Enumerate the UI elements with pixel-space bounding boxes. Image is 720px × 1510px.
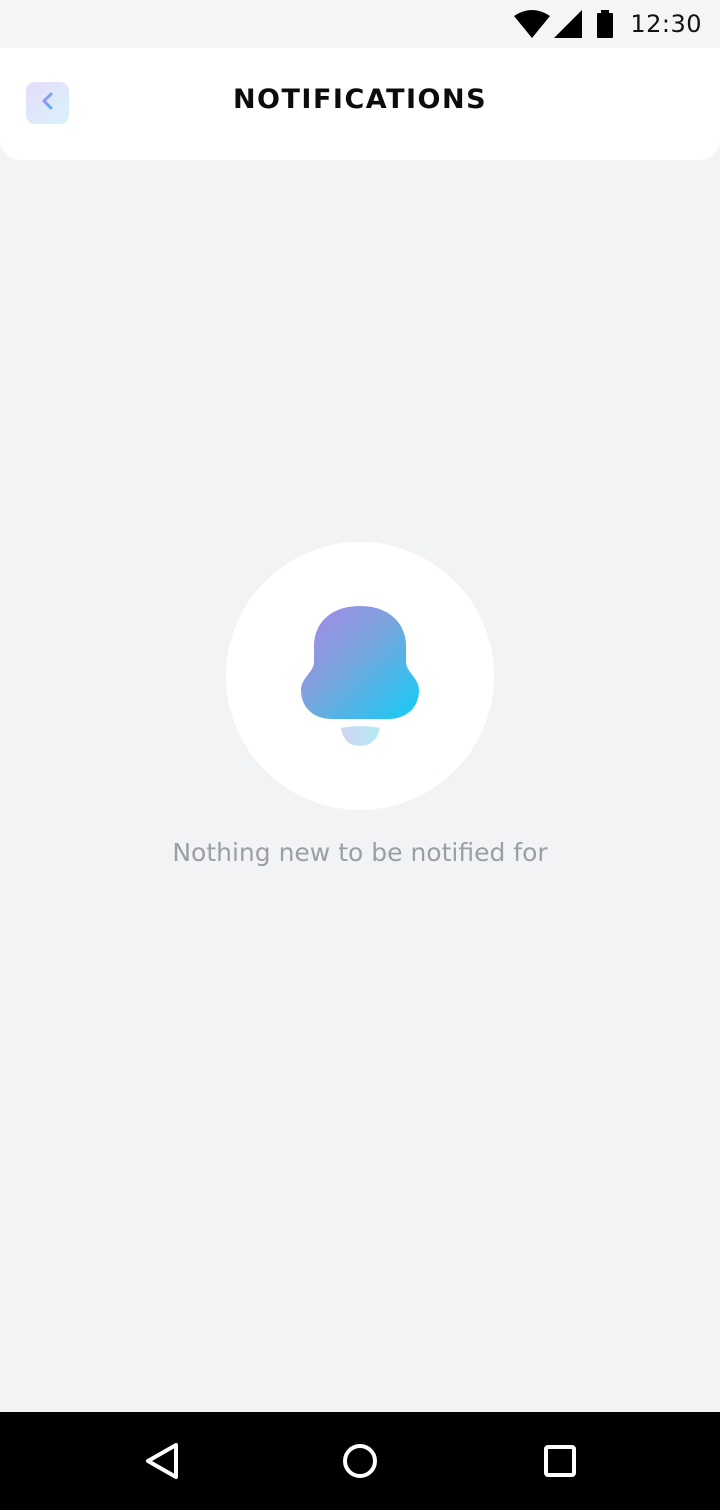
wifi-icon xyxy=(514,10,551,38)
empty-illustration xyxy=(226,542,494,810)
header: NOTIFICATIONS xyxy=(0,48,720,160)
bell-icon xyxy=(301,606,419,746)
status-icons: 12:30 xyxy=(514,0,702,48)
recents-square-icon[interactable] xyxy=(536,1437,584,1490)
status-time: 12:30 xyxy=(630,10,702,38)
battery-icon xyxy=(596,10,614,38)
page-title: NOTIFICATIONS xyxy=(232,84,488,115)
empty-message: Nothing new to be notified for xyxy=(172,838,548,867)
system-nav-bar xyxy=(0,1412,720,1510)
back-triangle-icon[interactable] xyxy=(140,1437,184,1490)
status-bar: 12:30 xyxy=(0,0,720,48)
home-circle-icon[interactable] xyxy=(336,1437,384,1490)
cellular-signal-icon xyxy=(554,10,583,38)
